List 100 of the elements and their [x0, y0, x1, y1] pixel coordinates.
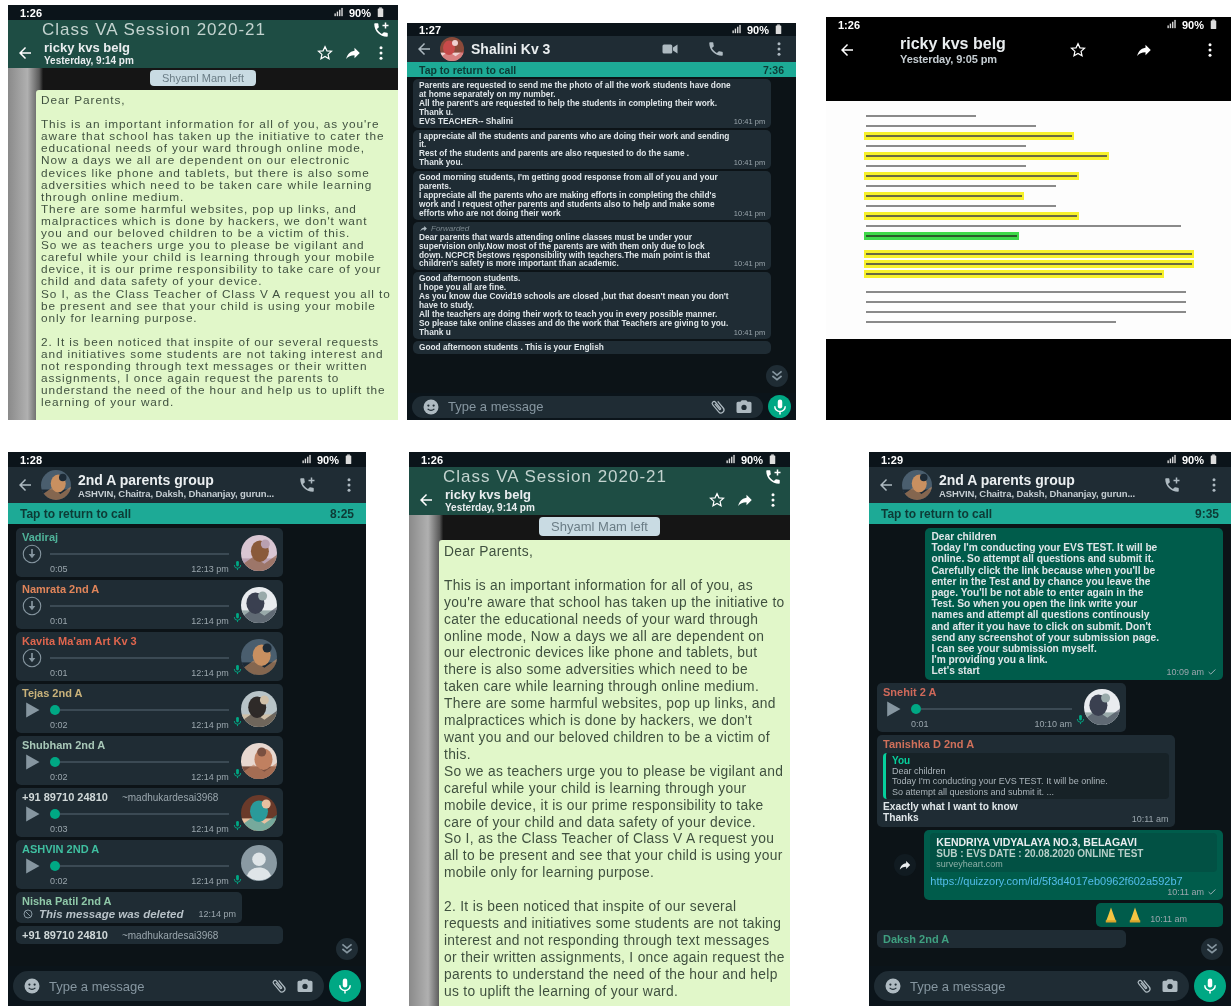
sender-name: ASHVIN 2ND A [22, 843, 100, 856]
voice-duration: 0:02 [50, 772, 68, 782]
mic-icon [231, 559, 243, 571]
sender-name: Kavita Ma'am Art Kv 3 [22, 635, 137, 648]
voice-duration: 0:05 [50, 564, 68, 574]
mic-icon [1201, 977, 1219, 995]
message-time: 10:10 am [1034, 718, 1073, 729]
star-icon[interactable] [708, 491, 726, 509]
sender-name: Vadiraj [22, 531, 59, 544]
message-time: 12:13 pm [191, 564, 229, 574]
scroll-down-button[interactable] [766, 365, 788, 387]
message-text: Good afternoon students. I hope you all are fine. As you know due Covid19 schools are closed ,but that doesn't mean you don't have to study. All the teachers are doing their work to teach you in every possible manner. So please take online classes and do the work that Teachers are giving to you. Thank u [419, 274, 730, 337]
mic-icon [231, 819, 243, 831]
quoted-message[interactable]: You Dear children Today I'm conducting your EVS TEST. It will be online. So attempt all questions and submit it. ... [883, 752, 1169, 800]
chat-title[interactable]: 2nd A parents group [78, 471, 214, 488]
forward-icon [419, 223, 428, 233]
preview-description: SUB : EVS DATE : 20.08.2020 ONLINE TEST [936, 847, 1145, 859]
add-call-icon[interactable] [764, 468, 782, 486]
audio-track[interactable] [921, 707, 1073, 710]
star-icon[interactable] [316, 44, 334, 62]
download-button[interactable] [22, 544, 42, 564]
message-time: 10:09 am [1166, 666, 1204, 677]
voice-duration: 0:02 [50, 720, 68, 730]
battery-level: 90% [740, 453, 763, 466]
message-text: Parents are requested to send me the photo of all the work students have done at home separately on my number. All the parent's are requested to help the students in completing their work. Thank u. EVS TEACHER-- Shalini [419, 81, 731, 126]
return-to-call-bar[interactable]: Tap to return to call 9:35 [869, 503, 1231, 524]
tick-icon [1207, 666, 1217, 677]
phone-icon[interactable] [707, 40, 725, 58]
message-bubble: Dear Parents, This is an important information for all of you, as you're aware that school has taken up the initiative to cater the educational needs of your ward through online mode, Now a days we all are dependent on our electronic devices like phone and tablets, but there is also some adversities which need to be taken care while learning through online medium. There are some harmful websites, pop up links, and malpractices which is done by hackers, we don't want you and our beloved children to be a victim of this. So we as teachers urge you to please be vigilant and careful while your child is learning through your mobile device, it is our prime responsibility to take care of your child and data safety of your device. So I, as the Class Teacher of Class V A request you all to be present and see that your child is using your mobile only for learning purpose. 2. It is been noticed that inspite of our several requests and initiatives some students are not taking interest and not responding through text messages or their written assignments, I once again request the parents to understand the need of the hour and help us to uplift the learning of your ward. [36, 90, 398, 420]
message-text: Dear parents that wards attending online classes must be under your supervision only.Now most of the parents are with them only due to lock down. NCPCR bestows responsibility with teachers.The main point is that children's safety is more important than academic. [419, 232, 711, 269]
message-text: I appreciate all the students and parents who are doing their work and sending it. Rest of the students and parents are also requested to do the same . Thank you. [419, 131, 731, 168]
scroll-down-button[interactable] [336, 938, 358, 960]
download-button[interactable] [22, 596, 42, 616]
mic-button[interactable] [768, 395, 791, 418]
sender-alias: ~madhukardesai3968 [121, 929, 219, 942]
quote-text: Dear children Today I'm conducting your EVS TEST. It will be online. So attempt all questions and submit it. ... [892, 765, 1109, 798]
sender-name: Namrata 2nd A [22, 583, 100, 596]
signal-icon [725, 454, 737, 465]
add-call-icon[interactable] [1163, 476, 1181, 494]
message-bubble: Dear Parents, This is an important information for all of you, as you're aware that school has taken up the initiative to cater the educational needs of your ward through online mode, Now a days we all are dependent on our electronic devices like phone and tablets, but there is also some adversities which need to be taken care while learning through online medium. There are some harmful websites, pop up links, and malpractices which is done by hackers, we don't want you and our beloved children to be a victim of this. So we as teachers urge you to please be vigilant and careful while your child is learning through your mobile device, it is our prime responsibility to take care of your child and data safety of your device. So I, as the Class Teacher of Class V A request you all to be present and see that your child is using your mobile only for learning purpose. 2. It is been noticed that inspite of our several requests and initiatives some students are not taking interest and not responding through text messages or their written assignments, I once again request the parents to understand the need of the hour and help us to uplift the learning of your ward. [439, 540, 790, 1006]
status-time: 1:29 [881, 453, 904, 466]
message-text: Good afternoon students . This is your English [419, 342, 605, 352]
battery-level: 90% [1181, 453, 1204, 466]
signal-icon [1166, 454, 1178, 465]
attach-icon[interactable] [270, 977, 288, 995]
chat-title[interactable]: Shalini Kv 3 [471, 41, 551, 57]
playback-thumb[interactable] [50, 705, 60, 715]
message-field[interactable]: Type a message [412, 395, 763, 418]
add-call-icon[interactable] [372, 21, 390, 39]
link[interactable]: https://quizzory.com/id/5f3d4017eb0962f602a592b7 [930, 874, 1217, 887]
voice-duration: 0:03 [50, 824, 68, 834]
battery-icon [773, 24, 784, 35]
return-to-call-bar[interactable]: Tap to return to call 8:25 [8, 503, 366, 524]
battery-level: 90% [348, 6, 371, 19]
signal-icon [333, 7, 345, 18]
download-button[interactable] [22, 648, 42, 668]
message-time: 10:11 am [1150, 913, 1187, 924]
attach-icon[interactable] [1135, 977, 1153, 995]
mic-icon [231, 767, 243, 779]
camera-icon[interactable] [735, 397, 753, 416]
playback-thumb[interactable] [50, 861, 60, 871]
message-time: 12:14 pm [191, 720, 229, 730]
message-time: 12:14 pm [191, 876, 229, 886]
message-text: Good morning students, I'm getting good response from all of you and your parents. I appreciate all the parents who are making efforts in completing the child's work and I request other parents and students also to help and make some efforts who are not doing their work [419, 173, 719, 218]
mic-icon [231, 611, 243, 623]
mic-button[interactable] [329, 970, 361, 1002]
mic-icon [231, 663, 243, 675]
emoji-icon[interactable] [884, 977, 902, 995]
emoji-icon[interactable] [422, 397, 440, 416]
return-to-call-bar[interactable]: Tap to return to call 7:36 [407, 62, 796, 77]
message-time: 12:14 pm [191, 824, 229, 834]
message-field[interactable]: Type a message [13, 971, 324, 1001]
battery-icon [767, 454, 778, 465]
status-time: 1:26 [20, 6, 43, 19]
system-message: Shyaml Mam left [539, 517, 660, 536]
message-date: Yesterday, 9:05 pm [900, 53, 998, 65]
emoji-icon[interactable] [23, 977, 41, 995]
scroll-down-button[interactable] [1201, 938, 1223, 960]
camera-icon[interactable] [296, 977, 314, 995]
mic-button[interactable] [1194, 970, 1226, 1002]
link-preview[interactable]: KENDRIYA VIDYALAYA NO.3, BELAGAVI SUB : EVS DATE : 20.08.2020 ONLINE TEST surveyheart.com [930, 832, 1217, 872]
preview-title: KENDRIYA VIDYALAYA NO.3, BELAGAVI [936, 835, 1138, 848]
playback-thumb[interactable] [50, 757, 60, 767]
message-time: 12:14 pm [191, 772, 229, 782]
battery-level: 90% [746, 23, 769, 36]
message-time: 12:14 pm [191, 668, 229, 678]
signal-icon [301, 454, 313, 465]
message-time: 12:14 pm [198, 909, 236, 919]
tick-icon [1207, 886, 1217, 897]
playback-thumb[interactable] [911, 703, 921, 714]
star-icon[interactable] [1069, 41, 1087, 59]
camera-icon[interactable] [1161, 977, 1179, 995]
blocked-icon [22, 908, 34, 920]
playback-thumb[interactable] [50, 809, 60, 819]
status-time: 1:26 [421, 453, 444, 466]
share-button[interactable] [894, 853, 917, 876]
chat-title[interactable]: 2nd A parents group [939, 471, 1075, 488]
message-date: Yesterday, 9:14 pm [445, 501, 535, 513]
add-call-icon[interactable] [298, 476, 316, 494]
message-field[interactable]: Type a message [874, 971, 1189, 1001]
